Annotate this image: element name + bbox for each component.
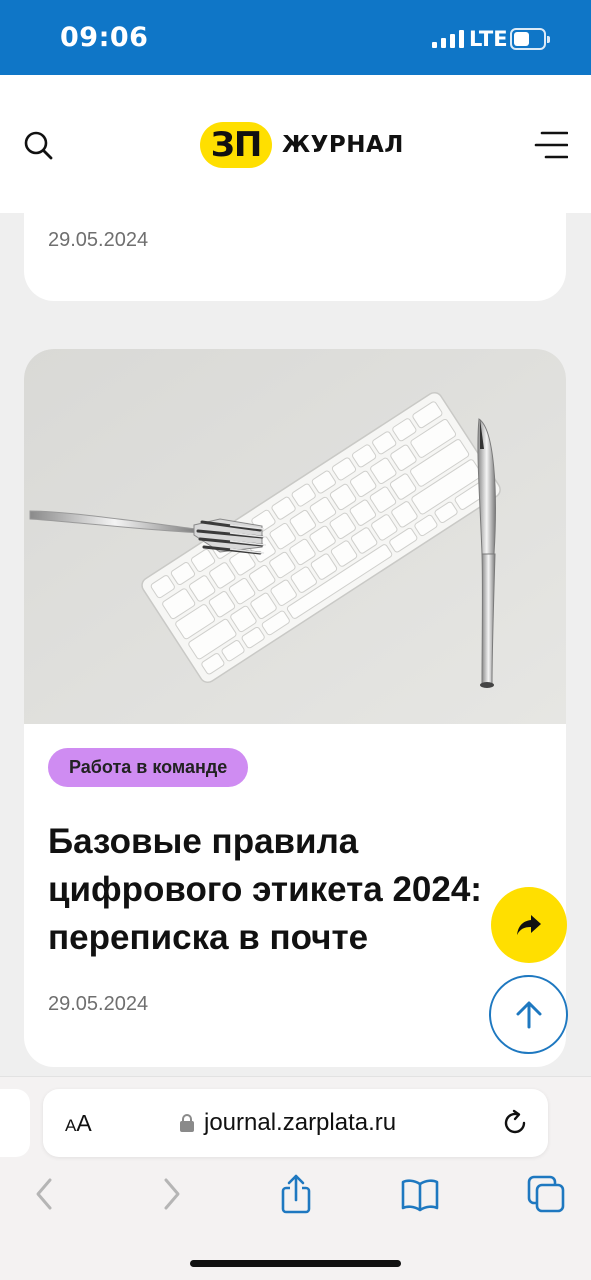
address-bar[interactable]: AA journal.zarplata.ru (43, 1089, 548, 1157)
article-title-line: Базовые правила (48, 822, 359, 861)
article-card[interactable]: 29.05.2024 (24, 213, 566, 301)
article-title-line: переписка в почте (48, 918, 369, 957)
url-text[interactable]: journal.zarplata.ru (204, 1109, 396, 1137)
article-title-line: цифрового этикета 2024: (48, 870, 482, 909)
site-logo[interactable]: ЗП ЖУРНАЛ (200, 121, 404, 169)
article-date: 29.05.2024 (48, 229, 149, 251)
share-icon[interactable] (276, 1174, 316, 1214)
network-type: LTE (469, 27, 508, 51)
scroll-to-top-button[interactable] (489, 975, 568, 1054)
battery-level (514, 32, 529, 46)
reload-icon[interactable] (501, 1109, 529, 1137)
article-date: 29.05.2024 (48, 993, 149, 1015)
previous-tab-preview[interactable] (0, 1089, 30, 1157)
text-size-button[interactable]: AA (65, 1110, 92, 1137)
arrow-up-icon (516, 1001, 541, 1028)
browser-toolbar: AA journal.zarplata.ru (0, 1076, 591, 1280)
article-image[interactable] (24, 349, 566, 724)
hamburger-menu-icon[interactable] (534, 129, 568, 161)
status-bar: 09:06 LTE (0, 0, 591, 75)
bookmarks-icon[interactable] (400, 1174, 440, 1214)
category-tag[interactable]: Работа в команде (48, 748, 249, 787)
tabs-icon[interactable] (526, 1174, 566, 1214)
search-icon[interactable] (22, 129, 54, 161)
article-card[interactable]: Работа в команде Базовые правила цифрово… (24, 349, 566, 1067)
home-indicator[interactable] (190, 1260, 401, 1267)
battery-icon (510, 28, 550, 50)
browser-nav-row (0, 1174, 591, 1218)
share-arrow-icon (517, 915, 541, 935)
logo-badge: ЗП (200, 122, 272, 168)
site-header: ЗП ЖУРНАЛ (0, 75, 591, 213)
back-chevron-icon[interactable] (24, 1174, 64, 1214)
share-button[interactable] (491, 887, 567, 963)
forward-chevron-icon[interactable] (152, 1174, 192, 1214)
status-time: 09:06 (60, 22, 149, 53)
logo-text: ЖУРНАЛ (282, 132, 404, 158)
lock-icon (180, 1114, 194, 1132)
article-title[interactable]: Базовые правила цифрового этикета 2024: … (48, 818, 518, 962)
cellular-signal-icon (432, 30, 464, 48)
